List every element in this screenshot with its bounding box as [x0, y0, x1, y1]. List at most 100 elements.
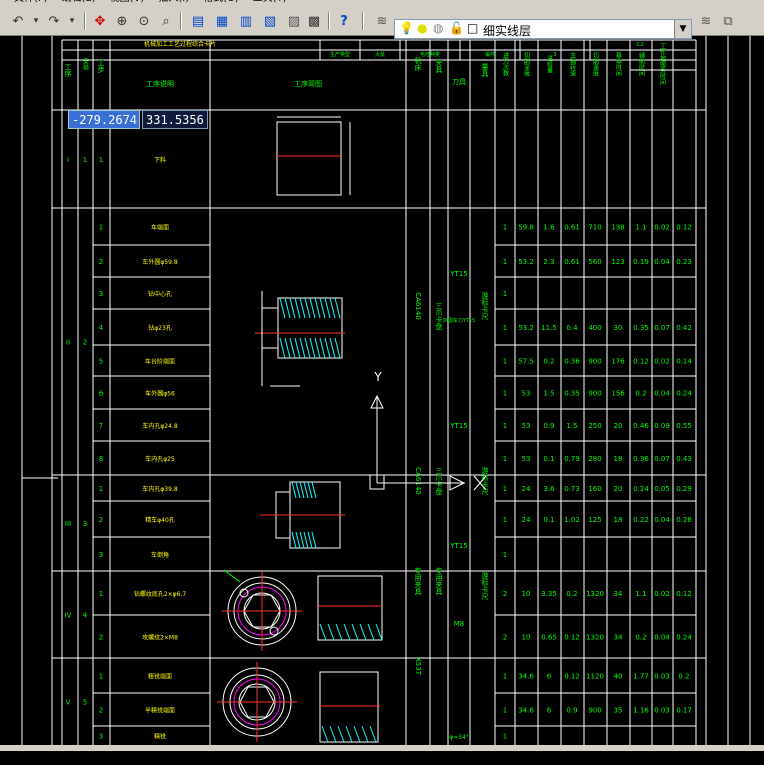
step-value: 0.04 — [654, 634, 670, 642]
layer-color-icon[interactable]: □ — [467, 21, 478, 35]
markup-icon[interactable]: ▨ — [284, 11, 304, 31]
hatch-line — [319, 337, 326, 359]
step-value: 1 — [503, 258, 507, 266]
design-center-icon[interactable]: ▦ — [212, 11, 232, 31]
zoom-realtime-icon[interactable]: ⊕ — [112, 11, 132, 31]
step-number: 6 — [99, 390, 104, 398]
step-value: 57.5 — [518, 358, 534, 366]
step-value: 0.73 — [564, 485, 580, 493]
zoom-previous-icon[interactable]: ⌕ — [156, 11, 176, 31]
hatch-line — [294, 337, 301, 359]
step-description: 车内孔φ39.8 — [142, 485, 178, 493]
step-value: 0.24 — [676, 390, 692, 398]
pan-icon[interactable]: ✥ — [90, 11, 110, 31]
layer-viewport-freeze-icon[interactable]: ◍ — [433, 21, 443, 35]
step-value: 0.22 — [633, 516, 649, 524]
step-value: 1 — [503, 455, 507, 463]
horizontal-scrollbar[interactable] — [0, 745, 764, 751]
help-icon[interactable]: ? — [334, 11, 354, 31]
step-value: 35 — [614, 707, 623, 715]
step-value: 0.14 — [676, 358, 692, 366]
tool-symbol — [223, 569, 241, 583]
col-header: 切削速度 — [592, 52, 599, 77]
step-description: 车内孔φ24.8 — [142, 422, 178, 430]
menu-item[interactable]: 工具(T) — [253, 0, 287, 4]
undo-dropdown-icon[interactable]: ▾ — [26, 11, 46, 31]
step-number: 4 — [99, 324, 104, 332]
machine-label: X53T — [414, 657, 422, 676]
tool-palette-icon[interactable]: ▥ — [236, 11, 256, 31]
col-header: 切削深度 — [523, 52, 530, 77]
hatch-line — [291, 531, 297, 549]
properties-icon[interactable]: ▤ — [188, 11, 208, 31]
step-value: 24 — [522, 516, 531, 524]
step-number: 2 — [99, 707, 103, 715]
redo-icon[interactable]: ↷ — [44, 11, 64, 31]
sheet-set-icon[interactable]: ▧ — [260, 11, 280, 31]
step-value: 0.2 — [543, 358, 554, 366]
step-value: 123 — [611, 258, 624, 266]
layer-freeze-icon[interactable]: ● — [417, 21, 427, 35]
drawing-svg: 机械加工工艺过程综合卡片生产类型 大批 毛坯种类 锻件 3 2.2 工序 安装 工步工序说明 工序… — [21, 36, 751, 745]
dynamic-input-x[interactable]: -279.2674 — [68, 110, 140, 129]
layer-previous-icon[interactable]: ⧉ — [718, 11, 738, 31]
setup-number: 1 — [83, 156, 87, 164]
step-value: 0.46 — [633, 422, 649, 430]
step-value: 0.35 — [564, 390, 580, 398]
step-value: 10 — [522, 590, 531, 598]
operation-number: I — [67, 156, 69, 164]
toolbar-separator — [84, 12, 86, 30]
step-value: 40 — [614, 673, 623, 681]
step-value: 20 — [614, 485, 623, 493]
header-value: 2.2 — [636, 42, 644, 48]
step-description: 钻φ23孔 — [148, 324, 172, 332]
hatch-line — [319, 623, 327, 641]
step-number: 2 — [99, 258, 103, 266]
operation-number: V — [66, 699, 71, 707]
step-value: 0.61 — [564, 224, 580, 232]
step-value: 0.1 — [543, 455, 554, 463]
hatch-line — [303, 481, 309, 499]
step-value: 0.02 — [654, 590, 670, 598]
hatch-line — [295, 531, 301, 549]
step-number: 1 — [99, 156, 103, 164]
layer-lock-icon[interactable]: 🔓 — [449, 21, 464, 35]
col-header: 进刀次数 — [502, 51, 509, 77]
step-value: 1 — [503, 324, 507, 332]
calculator-icon[interactable]: ▩ — [304, 11, 324, 31]
step-value: 0.61 — [564, 258, 580, 266]
step-value: 0.24 — [676, 634, 692, 642]
menu-item[interactable]: 格式(O) — [203, 0, 239, 4]
header-value: 3 — [553, 52, 556, 58]
step-value: 18 — [614, 455, 623, 463]
menu-item[interactable]: 编辑(E) — [62, 0, 96, 4]
hatch-line — [314, 297, 321, 319]
step-value: 34 — [614, 634, 623, 642]
layer-on-icon[interactable]: 💡 — [399, 21, 414, 35]
step-value: 1320 — [586, 590, 604, 598]
redo-dropdown-icon[interactable]: ▾ — [62, 11, 82, 31]
step-value: 1.16 — [633, 707, 649, 715]
hatch-line — [351, 623, 359, 641]
col-header: 基本时间 — [615, 51, 622, 77]
zoom-window-icon[interactable]: ⊙ — [134, 11, 154, 31]
menu-item[interactable]: 视图(V) — [110, 0, 145, 4]
step-value: 24 — [522, 485, 531, 493]
undo-icon[interactable]: ↶ — [8, 11, 28, 31]
hatch-line — [361, 725, 369, 743]
step-value: 1 — [503, 358, 507, 366]
dynamic-input-y[interactable]: 331.5356 — [142, 110, 208, 129]
menu-item[interactable]: 插入(I) — [158, 0, 189, 4]
menu-item[interactable]: 文件(F) — [14, 0, 48, 4]
layer-manager-icon[interactable]: ≋ — [372, 11, 392, 31]
hatch-line — [299, 481, 305, 499]
step-description: 精车φ40孔 — [145, 516, 175, 524]
step-value: 3.6 — [543, 485, 555, 493]
make-object-layer-current-icon[interactable]: ≋ — [696, 11, 716, 31]
hatch-line — [307, 531, 313, 549]
step-value: 11.5 — [541, 324, 557, 332]
step-value: 0.2 — [635, 390, 646, 398]
step-value: 0.04 — [654, 390, 670, 398]
step-value: 0.24 — [633, 485, 649, 493]
drawing-canvas[interactable]: 机械加工工艺过程综合卡片 生产类型 大批 毛坯种类 锻件 3 2.2 工序 安装 工步 工序说明 工序… — [0, 36, 764, 745]
